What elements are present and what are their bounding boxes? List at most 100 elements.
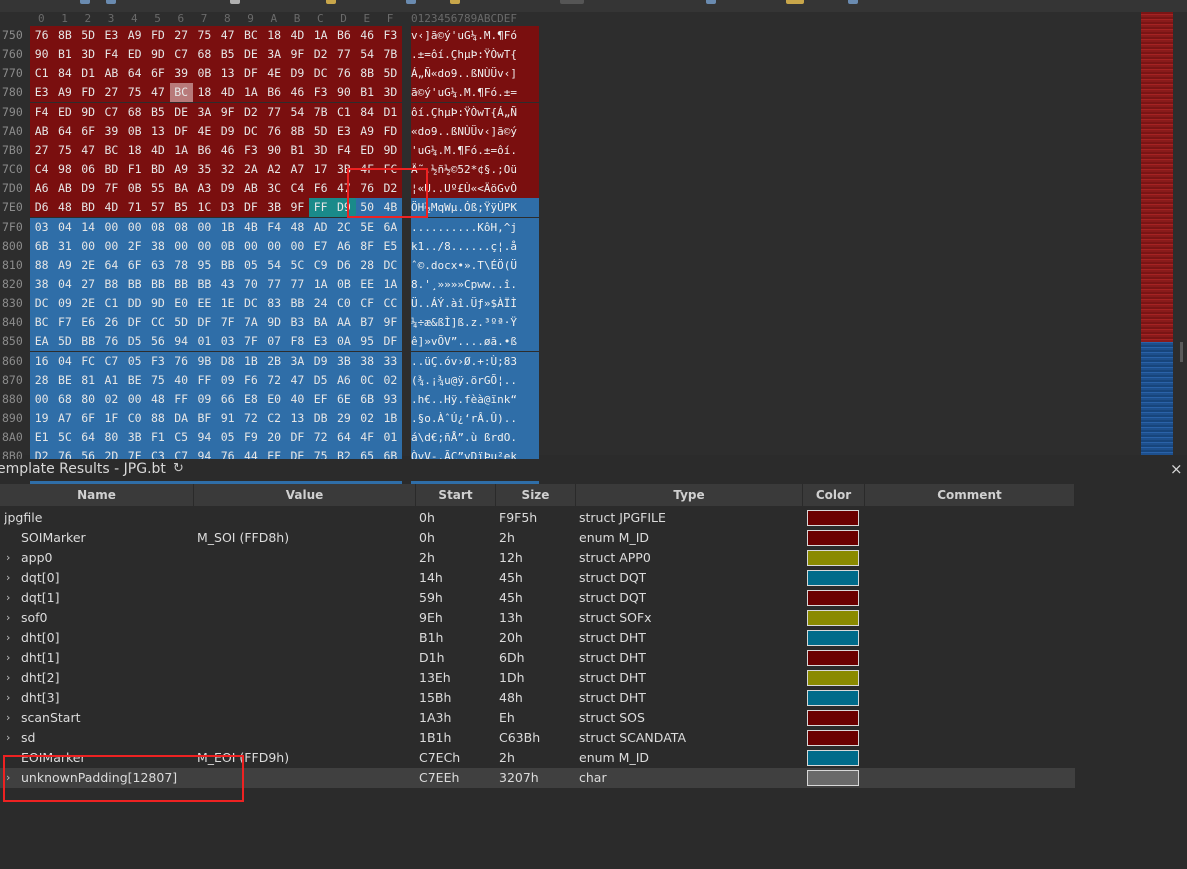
hex-byte[interactable]: 00 — [99, 217, 123, 237]
hex-byte[interactable]: 40 — [169, 370, 193, 390]
hex-byte[interactable]: 83 — [262, 294, 286, 314]
hex-byte[interactable]: B3 — [285, 313, 309, 333]
hex-byte[interactable]: 1A — [239, 83, 263, 103]
hex-byte[interactable]: 0A — [332, 332, 356, 352]
hex-byte[interactable]: F4 — [262, 217, 286, 237]
close-icon[interactable]: × — [1170, 460, 1183, 478]
hex-byte[interactable]: 9B — [192, 351, 216, 371]
hex-byte[interactable]: BD — [146, 160, 170, 180]
hex-byte[interactable]: 00 — [262, 236, 286, 256]
hex-byte[interactable]: 8B — [285, 121, 309, 141]
hex-byte[interactable]: DF — [123, 313, 147, 333]
hex-byte[interactable]: A6 — [332, 370, 356, 390]
hex-byte[interactable]: BC — [169, 83, 193, 103]
hex-byte[interactable]: F6 — [309, 179, 333, 199]
hex-byte[interactable]: 68 — [192, 45, 216, 65]
hex-byte[interactable]: 55 — [146, 179, 170, 199]
hex-byte[interactable]: B8 — [99, 274, 123, 294]
hex-byte[interactable]: C1 — [332, 102, 356, 122]
hex-byte[interactable]: C4 — [285, 179, 309, 199]
hex-byte[interactable]: 00 — [169, 236, 193, 256]
hex-byte[interactable]: 5D — [309, 121, 333, 141]
hex-byte[interactable]: 18 — [123, 140, 147, 160]
hex-byte[interactable]: BB — [216, 255, 240, 275]
chevron-right-icon[interactable]: › — [6, 588, 10, 608]
hex-byte[interactable]: 01 — [192, 332, 216, 352]
hex-byte[interactable]: 47 — [285, 370, 309, 390]
hex-byte[interactable]: 38 — [146, 236, 170, 256]
hex-byte[interactable]: 64 — [123, 64, 147, 84]
hex-byte[interactable]: A9 — [123, 26, 147, 45]
hex-byte[interactable]: 56 — [146, 332, 170, 352]
hex-byte[interactable]: 09 — [192, 389, 216, 409]
hex-byte[interactable]: 76 — [262, 121, 286, 141]
hex-byte[interactable]: 00 — [99, 236, 123, 256]
hex-byte[interactable]: BB — [76, 332, 100, 352]
hex-byte[interactable]: 05 — [239, 255, 263, 275]
hex-byte[interactable]: 48 — [146, 389, 170, 409]
hex-byte[interactable]: 5C — [53, 428, 77, 448]
hex-byte[interactable]: C2 — [262, 409, 286, 428]
hex-byte[interactable]: DF — [239, 64, 263, 84]
hex-byte[interactable]: C9 — [309, 255, 333, 275]
hex-byte[interactable]: 6F — [76, 121, 100, 141]
hex-byte[interactable]: D9 — [285, 64, 309, 84]
hex-byte[interactable]: 91 — [216, 409, 240, 428]
hex-byte[interactable]: 80 — [99, 428, 123, 448]
hex-byte[interactable]: BB — [146, 274, 170, 294]
hex-byte[interactable]: FF — [192, 370, 216, 390]
chevron-right-icon[interactable]: › — [6, 728, 10, 748]
hex-byte[interactable]: DC — [378, 255, 402, 275]
hex-byte[interactable]: 04 — [53, 274, 77, 294]
color-swatch[interactable] — [807, 750, 859, 766]
hex-byte[interactable]: CC — [378, 294, 402, 314]
hex-byte[interactable]: D9 — [309, 351, 333, 371]
hex-byte[interactable]: 72 — [239, 409, 263, 428]
color-swatch[interactable] — [807, 770, 859, 786]
hex-byte[interactable]: D9 — [76, 179, 100, 199]
chevron-right-icon[interactable]: › — [6, 668, 10, 688]
hex-byte[interactable]: 46 — [216, 140, 240, 160]
ascii-row[interactable]: 'uG¼.M.¶Fó.±=ôí. — [411, 140, 539, 160]
hex-byte[interactable]: 0B — [123, 179, 147, 199]
hex-byte[interactable]: BA — [309, 313, 333, 333]
hex-byte[interactable]: D8 — [216, 351, 240, 371]
hex-byte[interactable]: 4E — [192, 121, 216, 141]
hex-byte[interactable]: 39 — [99, 121, 123, 141]
hex-byte[interactable]: 5D — [53, 332, 77, 352]
toolbar-icon[interactable] — [848, 0, 858, 4]
hex-byte[interactable]: FF — [169, 389, 193, 409]
hex-byte[interactable]: 9D — [146, 294, 170, 314]
hex-byte[interactable]: 08 — [169, 217, 193, 237]
hex-byte[interactable]: 9F — [216, 102, 240, 122]
hex-byte[interactable]: 2F — [123, 236, 147, 256]
toolbar-icon[interactable] — [786, 0, 804, 4]
hex-byte[interactable]: D9 — [216, 179, 240, 199]
hex-byte[interactable]: DF — [239, 198, 263, 218]
hex-byte[interactable]: 33 — [378, 351, 402, 371]
hex-byte[interactable]: B1 — [285, 140, 309, 160]
hex-byte[interactable]: A6 — [332, 236, 356, 256]
ascii-row[interactable]: «do9..ßNÙÜv‹]ã©ý — [411, 121, 539, 141]
hex-byte[interactable]: 84 — [355, 102, 379, 122]
column-header-name[interactable]: Name — [0, 484, 194, 506]
hex-byte[interactable]: 47 — [146, 83, 170, 103]
hex-byte[interactable]: 2A — [239, 160, 263, 180]
hex-byte[interactable]: BC — [30, 313, 54, 333]
hex-byte[interactable]: E8 — [239, 389, 263, 409]
hex-byte[interactable]: C7 — [169, 45, 193, 65]
hex-byte[interactable]: 54 — [285, 102, 309, 122]
hex-byte[interactable]: 80 — [76, 389, 100, 409]
hex-byte[interactable]: 6F — [76, 409, 100, 428]
chevron-right-icon[interactable]: › — [6, 708, 10, 728]
hex-byte[interactable]: 2E — [76, 255, 100, 275]
hex-byte[interactable]: 39 — [169, 64, 193, 84]
ascii-row[interactable]: ã©ý'uG¼.M.¶Fó.±= — [411, 83, 539, 103]
hex-byte[interactable]: 4D — [99, 198, 123, 218]
hex-byte[interactable]: D2 — [239, 102, 263, 122]
hex-byte[interactable]: 75 — [123, 83, 147, 103]
hex-byte[interactable]: C7 — [99, 102, 123, 122]
hex-byte[interactable]: DF — [192, 313, 216, 333]
hex-byte[interactable]: 8B — [53, 26, 77, 45]
hex-byte[interactable]: A9 — [169, 160, 193, 180]
